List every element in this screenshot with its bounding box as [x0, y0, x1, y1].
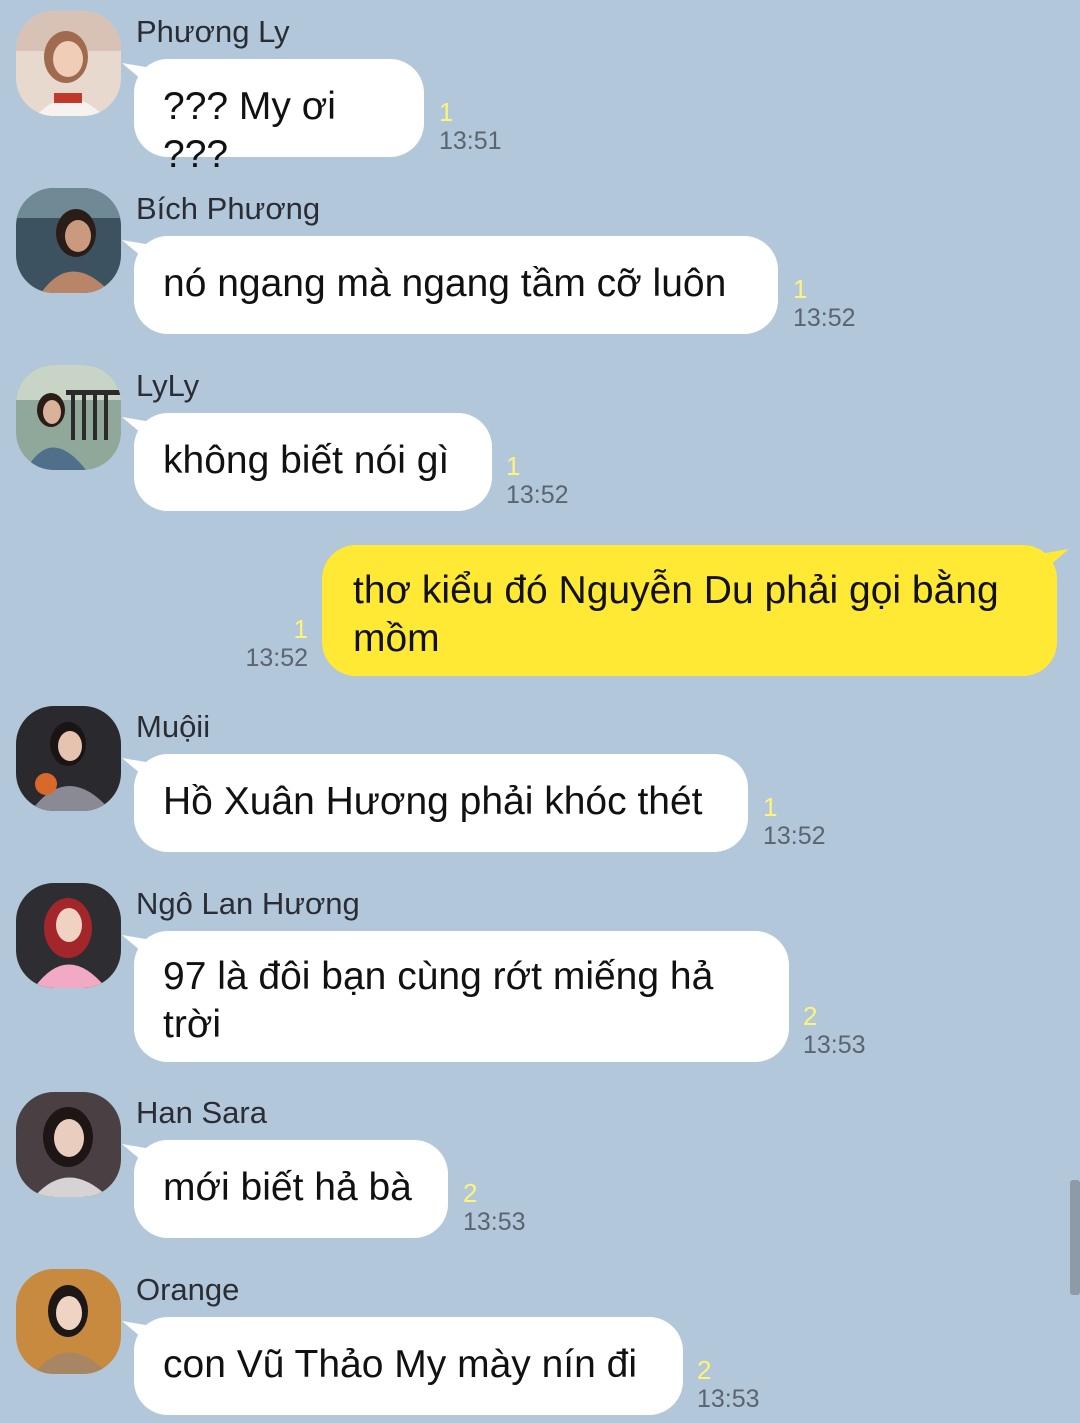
message-meta: 1 13:52 — [238, 614, 308, 672]
timestamp: 13:52 — [793, 304, 856, 332]
chat-message-list[interactable]: Phương Ly ??? My ơi ??? 1 13:51 Bích Phư… — [0, 0, 1080, 1423]
message-bubble-outgoing[interactable]: thơ kiểu đó Nguyễn Du phải gọi bằng mồm — [322, 545, 1057, 676]
message-meta: 2 13:53 — [697, 1355, 760, 1413]
timestamp: 13:52 — [763, 822, 826, 850]
avatar[interactable] — [16, 11, 121, 116]
unread-count: 1 — [439, 97, 454, 127]
avatar-photo — [16, 1092, 121, 1197]
avatar-photo — [16, 11, 121, 116]
unread-count: 1 — [793, 274, 808, 304]
message-bubble[interactable]: nó ngang mà ngang tầm cỡ luôn — [134, 236, 778, 334]
timestamp: 13:53 — [803, 1031, 866, 1059]
unread-count: 2 — [697, 1355, 712, 1385]
message-bubble[interactable]: mới biết hả bà — [134, 1140, 448, 1238]
timestamp: 13:52 — [245, 644, 308, 672]
avatar-photo — [16, 188, 121, 293]
sender-name: LyLy — [136, 368, 200, 403]
message-meta: 1 13:52 — [506, 451, 569, 509]
sender-name: Han Sara — [136, 1095, 267, 1130]
message-bubble[interactable]: Hồ Xuân Hương phải khóc thét — [134, 754, 748, 852]
message-meta: 2 13:53 — [463, 1178, 526, 1236]
avatar[interactable] — [16, 883, 121, 988]
message-meta: 1 13:52 — [763, 792, 826, 850]
message-bubble[interactable]: con Vũ Thảo My mày nín đi — [134, 1317, 683, 1415]
avatar-photo — [16, 1269, 121, 1374]
unread-count: 1 — [506, 451, 521, 481]
unread-count: 1 — [763, 792, 778, 822]
avatar[interactable] — [16, 1269, 121, 1374]
timestamp: 13:52 — [506, 481, 569, 509]
avatar[interactable] — [16, 706, 121, 811]
sender-name: Phương Ly — [136, 14, 290, 49]
message-bubble[interactable]: không biết nói gì — [134, 413, 492, 511]
message-meta: 1 13:51 — [439, 97, 502, 155]
sender-name: Ngô Lan Hương — [136, 886, 360, 921]
unread-count: 1 — [293, 614, 308, 644]
timestamp: 13:53 — [463, 1208, 526, 1236]
scrollbar[interactable] — [1070, 1180, 1080, 1295]
message-bubble[interactable]: 97 là đôi bạn cùng rớt miếng hả trời — [134, 931, 789, 1062]
avatar-photo — [16, 365, 121, 470]
avatar-photo — [16, 706, 121, 811]
unread-count: 2 — [463, 1178, 478, 1208]
sender-name: Muộii — [136, 709, 211, 744]
avatar[interactable] — [16, 188, 121, 293]
sender-name: Orange — [136, 1272, 240, 1307]
message-meta: 2 13:53 — [803, 1001, 866, 1059]
avatar[interactable] — [16, 1092, 121, 1197]
sender-name: Bích Phương — [136, 191, 321, 226]
avatar-photo — [16, 883, 121, 988]
timestamp: 13:53 — [697, 1385, 760, 1413]
timestamp: 13:51 — [439, 127, 502, 155]
message-bubble[interactable]: ??? My ơi ??? — [134, 59, 424, 176]
avatar[interactable] — [16, 365, 121, 470]
message-meta: 1 13:52 — [793, 274, 856, 332]
unread-count: 2 — [803, 1001, 818, 1031]
